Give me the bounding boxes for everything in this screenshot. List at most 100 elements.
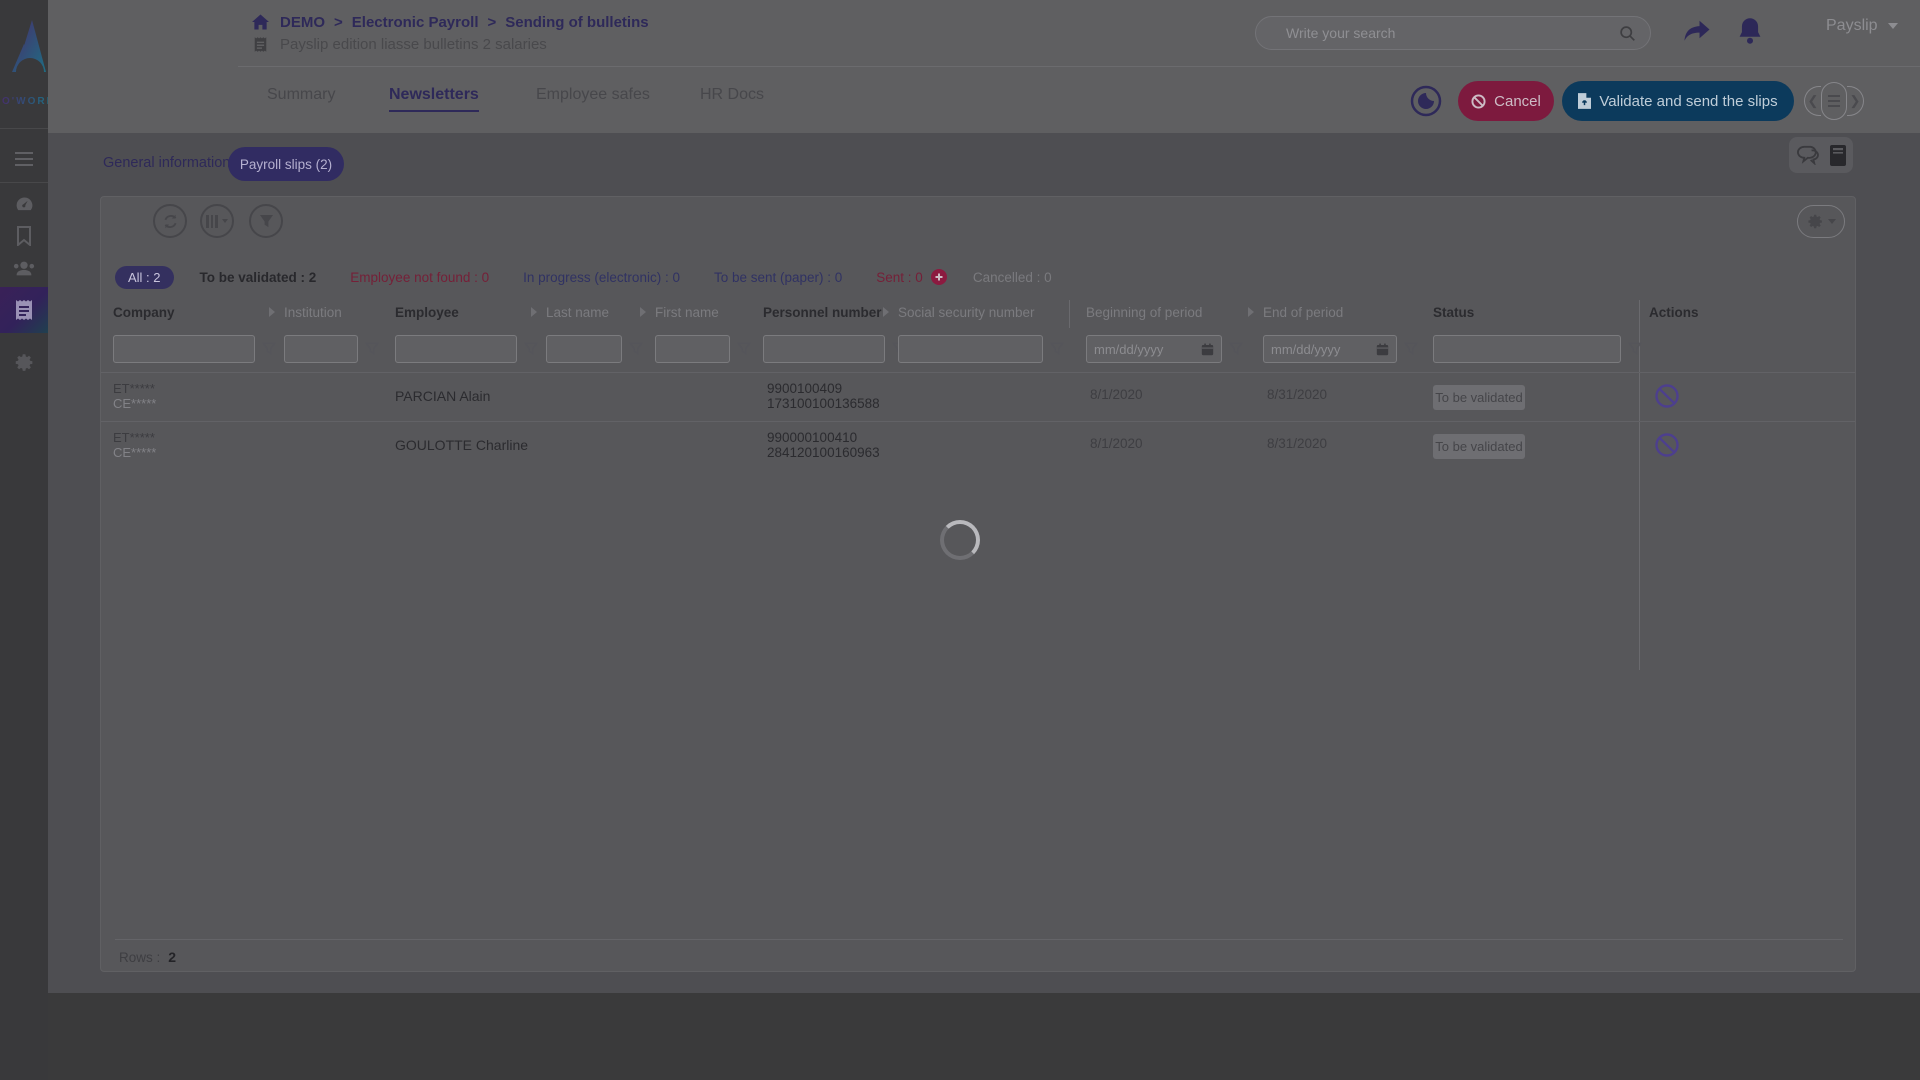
column-header-end-of-period[interactable]: End of period [1263, 305, 1343, 320]
filter-institution-input[interactable] [284, 335, 358, 363]
date-placeholder: mm/dd/yyyy [1094, 342, 1163, 357]
cancel-slip-button[interactable] [1654, 432, 1680, 461]
search-input[interactable] [1256, 25, 1619, 41]
page-subtitle: Payslip edition liasse bulletins 2 salar… [280, 36, 547, 53]
user-menu[interactable]: Payslip [1826, 17, 1898, 35]
sort-caret-icon [1248, 307, 1254, 317]
cancel-button[interactable]: Cancel [1458, 81, 1554, 121]
table-row[interactable]: ET***** CE***** GOULOTTE Charline 990000… [101, 421, 1855, 469]
filter-status-input[interactable] [1433, 335, 1621, 363]
notifications-button[interactable] [1736, 16, 1764, 51]
funnel-icon[interactable] [737, 342, 751, 356]
chip-all[interactable]: All : 2 [115, 266, 174, 289]
table-row[interactable]: ET***** CE***** PARCIAN Alain 9900100409… [101, 372, 1855, 420]
chevron-down-icon [1888, 23, 1898, 29]
share-button[interactable] [1682, 18, 1712, 51]
tab-newsletters[interactable]: Newsletters [389, 86, 479, 104]
chip-to-be-sent[interactable]: To be sent (paper) : 0 [714, 270, 842, 285]
funnel-icon[interactable] [524, 342, 538, 356]
funnel-icon[interactable] [1229, 342, 1243, 356]
validate-button-label: Validate and send the slips [1599, 93, 1777, 110]
subtab-general-information[interactable]: General information [103, 155, 230, 171]
column-header-social-security[interactable]: Social security number [898, 305, 1035, 320]
rows-count-label: Rows : [119, 950, 160, 965]
filter-employee-input[interactable] [395, 335, 517, 363]
page-subtitle-row: Payslip edition liasse bulletins 2 salar… [254, 36, 547, 53]
eye-icon [1409, 84, 1443, 118]
tab-hr-docs[interactable]: HR Docs [700, 86, 764, 104]
funnel-icon[interactable] [1050, 342, 1064, 356]
tab-employee-safes[interactable]: Employee safes [536, 86, 650, 104]
sidebar-item-bookmarks[interactable] [0, 224, 48, 248]
card-corner-tools [1789, 137, 1853, 173]
search-bar [1255, 16, 1651, 50]
chip-cancelled[interactable]: Cancelled : 0 [973, 270, 1052, 285]
funnel-icon[interactable] [1404, 342, 1418, 356]
breadcrumb-item-electronic-payroll[interactable]: Electronic Payroll [352, 14, 479, 31]
sidebar-item-settings[interactable] [0, 350, 48, 374]
column-header-actions[interactable]: Actions [1649, 305, 1699, 320]
search-icon[interactable] [1619, 25, 1636, 42]
table-settings-button[interactable] [1797, 205, 1845, 238]
filter-end-date-input[interactable]: mm/dd/yyyy [1263, 335, 1397, 363]
filter-company-input[interactable] [113, 335, 255, 363]
column-header-first-name[interactable]: First name [655, 305, 719, 320]
status-badge: To be validated [1433, 434, 1525, 459]
column-header-status[interactable]: Status [1433, 305, 1474, 320]
gear-icon [14, 352, 35, 373]
filter-begin-date-input[interactable]: mm/dd/yyyy [1086, 335, 1222, 363]
sidebar-item-dashboard[interactable] [0, 192, 48, 216]
columns-button[interactable] [200, 204, 234, 238]
row-social-security-number: 284120100160963 [767, 445, 880, 460]
chip-in-progress[interactable]: In progress (electronic) : 0 [523, 270, 680, 285]
subtab-payroll-slips[interactable]: Payroll slips (2) [228, 147, 344, 181]
filter-last-name-input[interactable] [546, 335, 622, 363]
tab-summary[interactable]: Summary [267, 86, 335, 104]
funnel-icon[interactable] [629, 342, 643, 356]
row-establishment-code: CE***** [113, 396, 156, 411]
funnel-icon[interactable] [1628, 342, 1642, 356]
cancel-slip-button[interactable] [1654, 383, 1680, 412]
column-header-last-name[interactable]: Last name [546, 305, 609, 320]
status-badge: To be validated [1433, 385, 1525, 410]
validate-send-button[interactable]: Validate and send the slips [1562, 81, 1794, 121]
column-header-employee[interactable]: Employee [395, 305, 459, 320]
sidebar-item-employees[interactable] [0, 256, 48, 280]
chip-employee-not-found[interactable]: Employee not found : 0 [350, 270, 489, 285]
filter-social-security-input[interactable] [898, 335, 1043, 363]
funnel-icon [259, 214, 274, 229]
app-logo: O'WORK [2, 10, 46, 110]
breadcrumb-item-demo[interactable]: DEMO [280, 14, 325, 31]
document-send-icon [1578, 93, 1591, 109]
comments-icon[interactable] [1795, 145, 1819, 165]
journal-icon[interactable] [1829, 145, 1847, 166]
pager-next-button[interactable]: ❯ [1847, 86, 1864, 116]
preview-button[interactable] [1409, 84, 1443, 123]
calendar-icon[interactable] [1201, 343, 1214, 356]
column-header-beginning-of-period[interactable]: Beginning of period [1086, 305, 1202, 320]
breadcrumb-item-sending-of-bulletins[interactable]: Sending of bulletins [505, 14, 648, 31]
column-header-personnel-number[interactable]: Personnel number [763, 305, 882, 320]
logo-text: O'WORK [2, 96, 50, 107]
pager-list-button[interactable] [1821, 82, 1847, 120]
filter-button[interactable] [249, 204, 283, 238]
row-personnel-number: 9900100409 [767, 381, 842, 396]
pager-prev-button[interactable]: ❮ [1804, 86, 1821, 116]
column-header-institution[interactable]: Institution [284, 305, 342, 320]
filter-first-name-input[interactable] [655, 335, 730, 363]
sidebar-item-payslips[interactable] [0, 287, 48, 333]
sort-caret-icon [269, 307, 275, 317]
funnel-icon[interactable] [365, 342, 379, 356]
breadcrumb-separator: > [334, 14, 343, 31]
refresh-button[interactable] [153, 204, 187, 238]
chip-sent[interactable]: Sent : 0 [876, 270, 923, 285]
date-placeholder: mm/dd/yyyy [1271, 342, 1340, 357]
funnel-icon[interactable] [262, 342, 276, 356]
chip-to-be-validated[interactable]: To be validated : 2 [200, 270, 317, 285]
calendar-icon[interactable] [1376, 343, 1389, 356]
plus-circle-icon[interactable] [931, 269, 947, 285]
filter-personnel-number-input[interactable] [763, 335, 885, 363]
column-header-company[interactable]: Company [113, 305, 175, 320]
row-company-code: ET***** [113, 430, 155, 445]
sidebar-item-menu[interactable] [0, 146, 48, 172]
